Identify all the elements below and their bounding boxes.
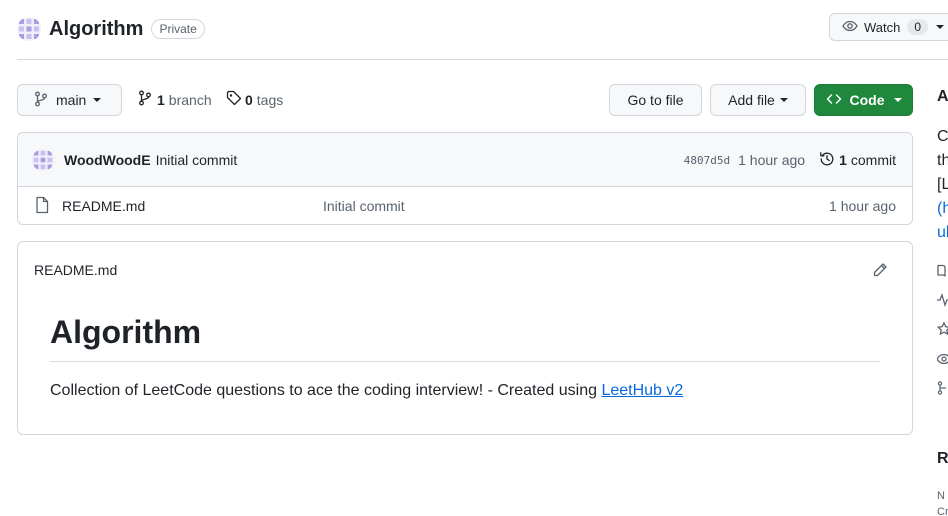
about-link-line[interactable]: (h bbox=[937, 200, 948, 218]
about-link-line[interactable]: ul bbox=[937, 224, 948, 242]
about-text-line: th bbox=[937, 152, 948, 169]
readme-heading: Algorithm bbox=[50, 314, 202, 350]
branches-link[interactable]: 1 branch bbox=[138, 90, 212, 109]
owner-avatar[interactable] bbox=[17, 17, 41, 41]
repo-header: Algorithm Private bbox=[17, 14, 205, 44]
commits-history-link[interactable]: 1 commit bbox=[819, 151, 896, 170]
commit-sha[interactable]: 4807d5d bbox=[684, 154, 730, 167]
tag-label: tags bbox=[256, 91, 284, 108]
chevron-down-icon bbox=[779, 98, 788, 102]
branch-name: main bbox=[56, 92, 87, 108]
branch-label: branch bbox=[168, 91, 212, 108]
tag-icon bbox=[226, 90, 242, 109]
readme-text: Collection of LeetCode questions to ace … bbox=[50, 382, 602, 399]
readme-description: Collection of LeetCode questions to ace … bbox=[50, 382, 683, 400]
watch-button[interactable]: Watch 0 bbox=[829, 13, 948, 41]
eye-icon bbox=[842, 18, 858, 37]
code-label: Code bbox=[849, 92, 885, 108]
star-icon bbox=[937, 321, 948, 339]
commit-author-avatar[interactable] bbox=[32, 148, 54, 171]
code-button[interactable]: Code bbox=[814, 84, 913, 116]
book-icon bbox=[937, 264, 948, 281]
table-row: README.md Initial commit 1 hour ago bbox=[18, 187, 912, 224]
commit-author[interactable]: WoodWoodE bbox=[64, 152, 151, 168]
eye-icon bbox=[937, 352, 948, 369]
readme-heading-rule bbox=[50, 361, 880, 362]
about-sidebar: A C th [L (h ul R N Cr bbox=[937, 0, 948, 516]
history-icon bbox=[819, 151, 835, 170]
commit-age: 1 hour ago bbox=[738, 152, 806, 168]
pencil-icon[interactable] bbox=[872, 262, 888, 281]
tags-link[interactable]: 0 tags bbox=[226, 90, 283, 109]
file-icon bbox=[34, 196, 50, 217]
tag-count: 0 bbox=[245, 91, 253, 108]
repo-name[interactable]: Algorithm bbox=[49, 18, 143, 41]
commit-count: 1 bbox=[839, 152, 847, 168]
commit-message[interactable]: Initial commit bbox=[156, 152, 238, 168]
readme-panel: README.md Algorithm Collection of LeetCo… bbox=[17, 241, 913, 435]
git-branch-icon bbox=[138, 90, 152, 109]
file-commit-message[interactable]: Initial commit bbox=[323, 198, 405, 214]
about-text-line: C bbox=[937, 128, 948, 145]
readme-file-title[interactable]: README.md bbox=[34, 262, 117, 278]
add-file-button[interactable]: Add file bbox=[710, 84, 806, 116]
about-heading: A bbox=[937, 88, 948, 105]
branch-selector-button[interactable]: main bbox=[17, 84, 122, 116]
leethub-link[interactable]: LeetHub v2 bbox=[601, 382, 683, 399]
visibility-badge: Private bbox=[151, 19, 205, 39]
chevron-down-icon bbox=[893, 98, 902, 102]
releases-heading: R bbox=[937, 450, 948, 467]
about-text-line: [L bbox=[937, 176, 948, 193]
watch-label: Watch bbox=[864, 19, 901, 35]
watch-count: 0 bbox=[907, 19, 929, 35]
git-branch-icon bbox=[34, 91, 48, 110]
branch-count: 1 bbox=[157, 91, 165, 108]
chevron-down-icon bbox=[93, 98, 102, 102]
file-name-link[interactable]: README.md bbox=[62, 198, 145, 214]
commit-meta: 4807d5d 1 hour ago 1 commit bbox=[684, 133, 896, 187]
commit-count-label: commit bbox=[850, 152, 896, 168]
fork-icon bbox=[937, 381, 948, 398]
go-to-file-button[interactable]: Go to file bbox=[609, 84, 702, 116]
add-file-label: Add file bbox=[728, 92, 775, 108]
releases-link[interactable]: Cr bbox=[937, 506, 948, 516]
code-icon bbox=[826, 91, 842, 110]
file-age: 1 hour ago bbox=[829, 198, 896, 214]
header-divider bbox=[17, 59, 948, 60]
file-listing: WoodWoodE Initial commit 4807d5d 1 hour … bbox=[17, 132, 913, 225]
releases-text: N bbox=[937, 490, 945, 502]
pulse-icon bbox=[937, 293, 948, 310]
latest-commit-row: WoodWoodE Initial commit 4807d5d 1 hour … bbox=[18, 133, 912, 187]
